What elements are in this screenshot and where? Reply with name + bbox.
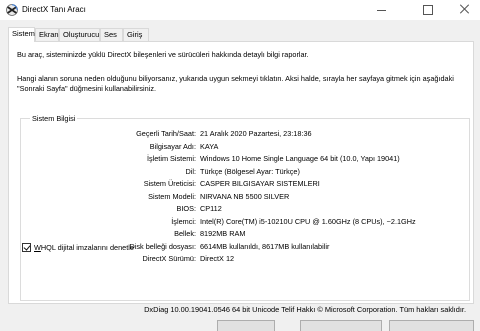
info-label: Sistem Üreticisi: [143, 179, 196, 188]
hint-line-1: Hangi alanın soruna neden olduğunu biliy… [17, 74, 454, 83]
info-value: 6614MB kullanıldı, 8617MB kullanılabilir [200, 241, 330, 251]
minimize-button[interactable] [366, 0, 396, 20]
info-label: DirectX Sürümü: [142, 254, 196, 263]
whql-checkbox-label[interactable]: WHQL dijital imzalarını denetle [34, 243, 134, 253]
info-row-computer-name: Bilgisayar Adı: KAYA [21, 142, 461, 152]
intro-text: Bu araç, sisteminizde yüklü DirectX bile… [17, 50, 309, 59]
info-value: Intel(R) Core(TM) i5-10210U CPU @ 1.60GH… [200, 216, 416, 226]
info-row-bios: BIOS: CP112 [21, 204, 461, 214]
tab-system[interactable]: Sistem [8, 27, 35, 42]
info-value: Windows 10 Home Single Language 64 bit (… [200, 154, 400, 163]
bottom-button-2[interactable] [300, 320, 382, 331]
tab-label: Oluşturucu [63, 30, 100, 39]
tab-label: Ses [104, 30, 117, 39]
window-title: DirectX Tanı Aracı [22, 5, 86, 14]
info-row-datetime: Geçerli Tarih/Saat: 21 Aralık 2020 Pazar… [21, 129, 461, 139]
info-row-directx-version: DirectX Sürümü: DirectX 12 [21, 254, 461, 264]
info-label: Sistem Modeli: [148, 191, 196, 201]
tab-render[interactable]: Oluşturucu [59, 28, 100, 41]
info-row-processor: İşlemci: Intel(R) Core(TM) i5-10210U CPU… [21, 217, 461, 227]
maximize-button[interactable] [412, 0, 442, 20]
whql-checkbox[interactable] [22, 243, 31, 252]
info-value: DirectX 12 [200, 254, 235, 263]
info-value: KAYA [200, 141, 219, 151]
hint-line-2: "Sonraki Sayfa" düğmesini kullanabilirsi… [17, 84, 157, 93]
info-row-manufacturer: Sistem Üreticisi: CASPER BILGISAYAR SIST… [21, 179, 461, 189]
info-label: Bellek: [174, 229, 196, 238]
tab-label: Giriş [127, 30, 143, 39]
info-value: Türkçe (Bölgesel Ayar: Türkçe) [200, 166, 300, 176]
copyright-text: DxDiag 10.00.19041.0546 64 bit Unicode T… [144, 305, 466, 314]
tab-display[interactable]: Ekran [35, 28, 59, 41]
info-row-memory: Bellek: 8192MB RAM [21, 229, 461, 239]
group-title: Sistem Bilgisi [30, 114, 78, 123]
info-value: 21 Aralık 2020 Pazartesi, 23:18:36 [200, 129, 312, 138]
close-button[interactable] [450, 0, 480, 20]
bottom-button-3[interactable] [389, 320, 474, 331]
system-tab-panel: Bu araç, sisteminizde yüklü DirectX bile… [8, 41, 474, 304]
info-row-os: İşletim Sistemi: Windows 10 Home Single … [21, 154, 461, 164]
info-value: CASPER BILGISAYAR SISTEMLERI [200, 179, 320, 188]
info-value: NIRVANA NB 5500 SILVER [200, 191, 290, 201]
info-label: BIOS: [176, 204, 196, 213]
info-row-model: Sistem Modeli: NIRVANA NB 5500 SILVER [21, 192, 461, 202]
info-row-language: Dil: Türkçe (Bölgesel Ayar: Türkçe) [21, 167, 461, 177]
hint-text: Hangi alanın soruna neden olduğunu biliy… [17, 74, 467, 94]
info-label: Bilgisayar Adı: [149, 141, 196, 151]
info-label: İşlemci: [171, 216, 196, 226]
info-value: CP112 [200, 204, 222, 213]
info-value: 8192MB RAM [200, 229, 246, 238]
info-label: Dil: [185, 166, 196, 176]
directx-app-icon [6, 4, 18, 16]
info-label: İşletim Sistemi: [146, 154, 196, 163]
info-label: Geçerli Tarih/Saat: [136, 129, 196, 138]
whql-label-rest: HQL dijital imzalarını denetle [40, 243, 134, 252]
tab-label: Ekran [39, 30, 59, 39]
tab-input[interactable]: Giriş [123, 28, 149, 41]
system-info-group: Sistem Bilgisi Geçerli Tarih/Saat: 21 Ar… [20, 114, 470, 301]
tab-sound[interactable]: Ses [100, 28, 123, 41]
tab-label: Sistem [12, 29, 35, 38]
bottom-button-1[interactable] [217, 320, 275, 331]
title-bar: DirectX Tanı Aracı [0, 0, 480, 20]
info-label: Disk belleği dosyası: [129, 241, 196, 251]
whql-label-accesskey: W [34, 243, 41, 252]
